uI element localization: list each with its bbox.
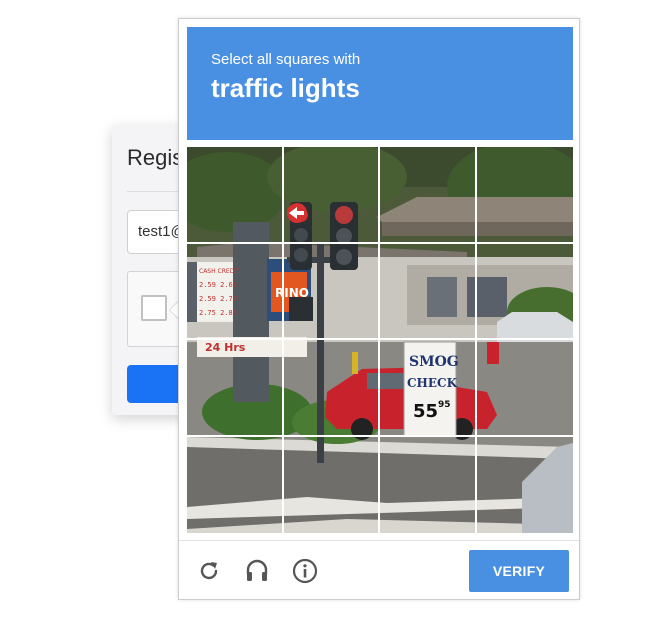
grid-tile-r1-c3[interactable] [380,147,477,244]
grid-tile-r1-c2[interactable] [283,147,380,244]
grid-tile-r4-c3[interactable] [380,436,477,533]
grid-tile-r2-c2[interactable] [283,243,380,340]
grid-tile-r2-c1[interactable] [187,243,284,340]
grid-tile-r4-c2[interactable] [284,436,380,533]
image-challenge-popup: Select all squares with traffic lights C… [178,18,580,600]
grid-tile-r3-c3[interactable] [380,340,477,437]
grid-tile-r3-c2[interactable] [283,340,380,437]
prompt-keyword: traffic lights [211,73,360,103]
recaptcha-checkbox[interactable] [141,295,167,321]
grid-tile-r3-c1[interactable] [187,340,284,437]
grid-tile-r4-c4[interactable] [477,437,574,534]
headphones-icon[interactable] [242,556,272,586]
reload-icon[interactable] [194,556,224,586]
challenge-prompt: Select all squares with traffic lights [187,27,573,140]
prompt-instruction: Select all squares with [211,51,361,68]
grid-tile-r2-c3[interactable] [380,243,477,340]
grid-tile-r2-c4[interactable] [476,244,573,340]
challenge-image-grid: CASH CREDIT 2.59 2.63 2.59 2.79 2.75 2.8… [187,147,573,533]
grid-tile-r1-c4[interactable] [476,147,573,244]
info-icon[interactable] [290,556,320,586]
tile-grid [187,147,573,533]
grid-tile-r1-c1[interactable] [187,147,284,244]
page-title: Regis [127,145,184,170]
verify-button[interactable]: VERIFY [469,550,569,592]
grid-tile-r4-c1[interactable] [187,436,284,533]
grid-tile-r3-c4[interactable] [476,340,573,437]
footer-divider [179,540,579,541]
